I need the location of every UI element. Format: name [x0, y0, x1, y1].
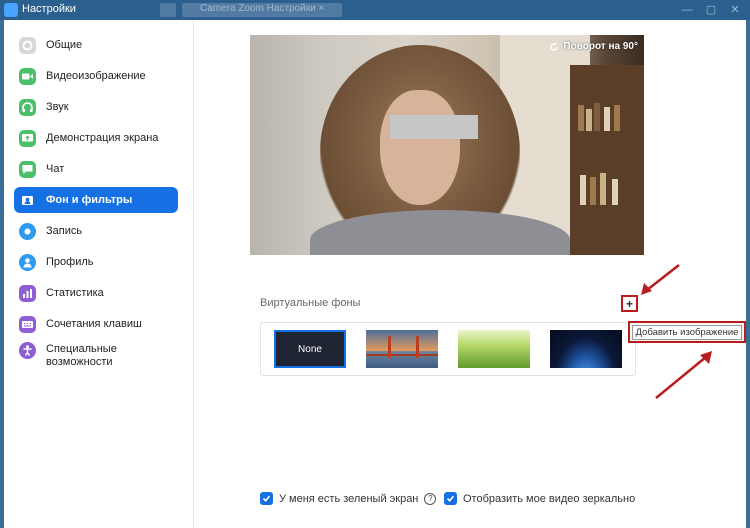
title-bar: Настройки Camera Zoom Настройки × — ▢ ✕	[0, 0, 750, 20]
camera-preview: Поворот на 90°	[250, 35, 644, 255]
video-camera-icon	[19, 67, 36, 85]
mirror-video-option[interactable]: Отобразить мое видео зеркально	[444, 492, 635, 505]
background-app-icon	[160, 3, 176, 17]
sidebar-item-screen-share[interactable]: Демонстрация экрана	[14, 125, 178, 151]
settings-sidebar: Общие Видеоизображение Звук Демонстрация…	[4, 20, 194, 528]
checkmark-icon	[262, 495, 271, 502]
sidebar-item-label: Общие	[46, 38, 83, 51]
background-thumb-space[interactable]	[550, 330, 622, 368]
sidebar-item-accessibility[interactable]: Специальные возможности	[14, 340, 178, 376]
background-tab-text: Camera Zoom Настройки ×	[200, 3, 325, 14]
sidebar-item-label: Демонстрация экрана	[46, 131, 159, 144]
sidebar-item-recording[interactable]: Запись	[14, 218, 178, 244]
sidebar-item-label: Фон и фильтры	[46, 193, 133, 206]
window-title: Настройки	[22, 3, 76, 15]
green-screen-option[interactable]: У меня есть зеленый экран ?	[260, 492, 437, 505]
sidebar-item-label: Запись	[46, 224, 83, 237]
headphones-icon	[19, 98, 36, 116]
sidebar-item-chat[interactable]: Чат	[14, 156, 178, 182]
privacy-blur-bar	[390, 115, 478, 139]
thumb-label: None	[298, 343, 322, 355]
sidebar-item-label: Специальные возможности	[46, 343, 117, 368]
add-image-button[interactable]: +	[621, 295, 638, 312]
sidebar-item-background-filters[interactable]: Фон и фильтры	[14, 187, 178, 213]
sidebar-item-audio[interactable]: Звук	[14, 94, 178, 120]
add-image-tooltip: Добавить изображение	[628, 321, 746, 343]
maximize-button[interactable]: ▢	[700, 2, 722, 18]
mirror-video-label: Отобразить мое видео зеркально	[463, 492, 636, 505]
close-button[interactable]: ✕	[724, 2, 746, 18]
background-thumb-grass[interactable]	[458, 330, 530, 368]
virtual-backgrounds-label: Виртуальные фоны	[260, 297, 361, 309]
background-filters-icon	[19, 191, 36, 209]
sidebar-item-label: Звук	[46, 100, 69, 113]
rotate-icon	[550, 42, 559, 51]
sidebar-item-label: Видеоизображение	[46, 69, 146, 82]
background-thumb-bridge[interactable]	[366, 330, 438, 368]
checkmark-icon	[446, 495, 455, 502]
chat-icon	[19, 160, 36, 178]
sidebar-item-general[interactable]: Общие	[14, 32, 178, 58]
plus-icon: +	[625, 296, 633, 311]
sidebar-item-label: Чат	[46, 162, 65, 175]
share-screen-icon	[19, 129, 36, 147]
tooltip-text: Добавить изображение	[631, 324, 743, 340]
preview-bookshelf	[570, 65, 644, 255]
virtual-background-gallery: None	[260, 322, 636, 376]
gear-icon	[19, 36, 36, 54]
sidebar-item-label: Сочетания клавиш	[46, 317, 142, 330]
sidebar-item-label: Профиль	[46, 255, 94, 268]
sidebar-item-profile[interactable]: Профиль	[14, 249, 178, 275]
statistics-icon	[19, 284, 36, 302]
rotate-button[interactable]: Поворот на 90°	[549, 41, 638, 52]
sidebar-item-label: Статистика	[46, 286, 104, 299]
green-screen-checkbox[interactable]	[260, 492, 273, 505]
help-icon[interactable]: ?	[424, 492, 437, 505]
mirror-video-checkbox[interactable]	[444, 492, 457, 505]
accessibility-icon	[19, 342, 36, 359]
window-border	[746, 20, 750, 528]
sidebar-item-keyboard-shortcuts[interactable]: Сочетания клавиш	[14, 311, 178, 337]
zoom-app-icon	[4, 3, 18, 17]
sidebar-item-video[interactable]: Видеоизображение	[14, 63, 178, 89]
profile-icon	[19, 253, 36, 271]
rotate-label: Поворот на 90°	[563, 41, 638, 52]
background-settings-panel: Поворот на 90° Виртуальные фоны + None Д…	[195, 20, 746, 528]
keyboard-icon	[19, 315, 36, 333]
record-icon	[19, 222, 36, 240]
preview-face	[380, 90, 460, 205]
sidebar-item-statistics[interactable]: Статистика	[14, 280, 178, 306]
green-screen-label: У меня есть зеленый экран	[279, 492, 419, 505]
background-thumb-none[interactable]: None	[274, 330, 346, 368]
minimize-button[interactable]: —	[676, 2, 698, 18]
